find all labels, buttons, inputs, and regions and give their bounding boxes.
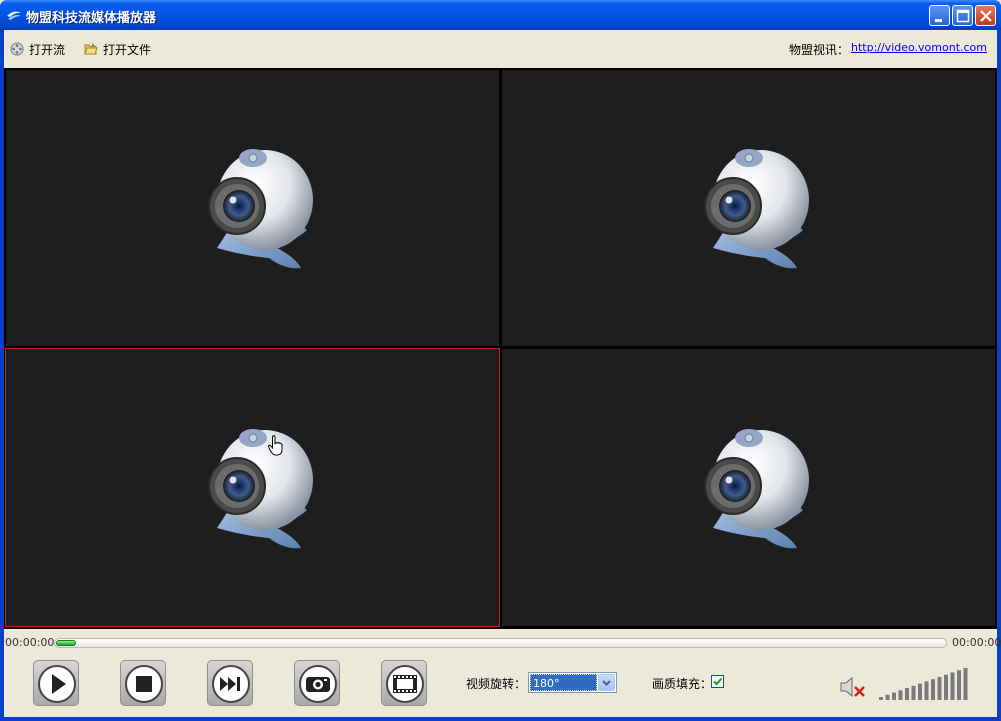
app-window: 物盟科技流媒体播放器 打开流 打开文件 物盟视讯： http://video.v… [0, 0, 1001, 721]
app-logo-icon [7, 11, 21, 20]
open-file-label: 打开文件 [103, 42, 152, 57]
chevron-down-icon[interactable] [598, 674, 615, 691]
time-elapsed: 00:00:00 [5, 636, 55, 649]
next-frame-icon [212, 665, 250, 703]
webcam-icon [703, 427, 810, 549]
rotation-value: 180° [530, 674, 597, 691]
volume-slider[interactable] [879, 667, 974, 700]
webcam-icon [207, 148, 314, 270]
minimize-button[interactable] [929, 5, 950, 26]
progress-slider[interactable] [54, 638, 947, 648]
mute-speaker-icon[interactable] [839, 675, 867, 699]
close-button[interactable] [975, 5, 996, 26]
open-stream-button[interactable]: 打开流 [10, 40, 65, 58]
fill-checkbox[interactable] [711, 675, 724, 688]
vendor-label: 物盟视讯： [788, 43, 849, 57]
video-cell-bottom-left[interactable] [5, 348, 500, 627]
progress-row: 00:00:00 00:00:00 [4, 634, 1001, 652]
stop-button[interactable] [120, 660, 166, 706]
volume-bar[interactable] [879, 697, 883, 700]
minimize-icon [935, 19, 942, 22]
folder-open-icon [84, 43, 98, 55]
stop-icon [125, 665, 163, 703]
record-film-icon [386, 665, 424, 703]
rotation-select[interactable]: 180° [528, 672, 617, 693]
volume-bar[interactable] [905, 688, 909, 700]
open-file-button[interactable]: 打开文件 [84, 40, 151, 58]
volume-bar[interactable] [898, 690, 903, 700]
toolbar: 打开流 打开文件 物盟视讯： http://video.vomont.com [4, 30, 997, 66]
open-stream-label: 打开流 [29, 42, 66, 57]
volume-bar[interactable] [963, 668, 968, 700]
checkmark-icon [713, 677, 723, 686]
next-frame-button[interactable] [207, 660, 253, 706]
webcam-icon [207, 427, 314, 549]
client-area: 打开流 打开文件 物盟视讯： http://video.vomont.com 0… [4, 30, 1001, 717]
film-reel-icon [10, 42, 24, 56]
maximize-icon [956, 9, 970, 23]
rotation-label: 视频旋转： [466, 677, 527, 691]
video-cell-top-left[interactable] [5, 69, 500, 347]
play-button[interactable] [33, 660, 79, 706]
volume-bar[interactable] [924, 681, 929, 700]
play-icon [38, 665, 76, 703]
volume-bar[interactable] [911, 685, 916, 700]
hand-cursor-icon [268, 435, 283, 456]
volume-bar[interactable] [957, 670, 961, 700]
snapshot-button[interactable] [294, 660, 340, 706]
snapshot-icon [299, 665, 337, 703]
vendor-info: 物盟视讯： http://video.vomont.com [789, 41, 987, 58]
record-button[interactable] [381, 660, 427, 706]
vendor-link[interactable]: http://video.vomont.com [851, 41, 987, 58]
volume-bar[interactable] [918, 683, 922, 700]
video-cell-top-right[interactable] [501, 69, 996, 347]
volume-bar[interactable] [885, 694, 890, 700]
maximize-button[interactable] [952, 5, 973, 26]
title-bar[interactable]: 物盟科技流媒体播放器 [0, 0, 1001, 30]
volume-bar[interactable] [944, 674, 948, 700]
window-title: 物盟科技流媒体播放器 [26, 11, 157, 26]
volume-bar[interactable] [937, 676, 942, 700]
video-cell-bottom-right[interactable] [501, 348, 996, 627]
volume-bar[interactable] [950, 672, 955, 700]
close-icon [980, 10, 992, 22]
volume-bar[interactable] [931, 679, 935, 700]
fill-label: 画质填充： [652, 677, 713, 691]
webcam-icon [703, 148, 810, 270]
volume-bar[interactable] [892, 692, 896, 700]
video-grid [4, 68, 997, 629]
time-total: 00:00:00 [952, 636, 1001, 649]
progress-thumb[interactable] [56, 640, 76, 646]
